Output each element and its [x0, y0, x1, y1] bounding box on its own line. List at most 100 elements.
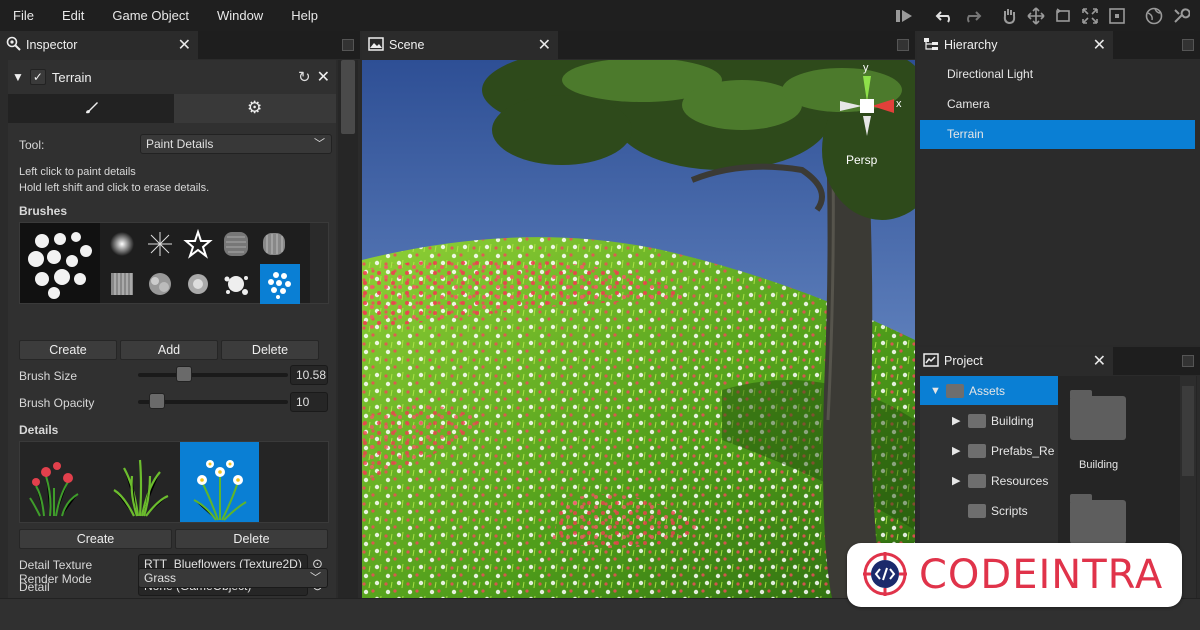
detail-grass[interactable]: [104, 446, 176, 518]
maximize-icon[interactable]: [1182, 39, 1194, 51]
inspector-scrollbar-thumb[interactable]: [341, 60, 355, 134]
scale-icon[interactable]: [1078, 4, 1101, 27]
undo-icon[interactable]: [933, 4, 956, 27]
remove-component-icon[interactable]: ✕: [317, 67, 330, 87]
brush-soft-circle[interactable]: [104, 226, 140, 262]
hierarchy-item[interactable]: Terrain: [920, 120, 1195, 149]
tool-label: Tool:: [19, 138, 45, 152]
folder-icon[interactable]: [1070, 396, 1126, 440]
brush-create-button[interactable]: Create: [19, 340, 117, 360]
brush-texture-2[interactable]: [256, 226, 292, 262]
hand-icon[interactable]: [997, 4, 1020, 27]
render-mode-value: Grass: [144, 571, 177, 585]
brush-texture-5[interactable]: [180, 266, 216, 302]
tab-paint[interactable]: [8, 94, 174, 123]
rotate-icon[interactable]: [1051, 4, 1074, 27]
brush-texture-1[interactable]: [218, 226, 254, 262]
folder-icon: [968, 503, 986, 518]
project-tree-item[interactable]: Scripts: [920, 496, 1058, 525]
close-icon[interactable]: ✕: [1093, 351, 1106, 371]
brush-grid-scrollbar[interactable]: [310, 223, 328, 303]
brush-size-slider[interactable]: [138, 373, 288, 377]
code-logo-icon: [861, 550, 909, 601]
tab-inspector[interactable]: Inspector ✕: [0, 31, 198, 59]
collapsed-arrow-icon[interactable]: ▶: [952, 414, 963, 427]
scene-viewport[interactable]: y x Persp: [362, 60, 915, 598]
collapsed-arrow-icon[interactable]: ▶: [952, 474, 963, 487]
rect-icon[interactable]: [1105, 4, 1128, 27]
menu-bar: File Edit Game Object Window Help: [0, 0, 1200, 31]
brush-texture-4[interactable]: [142, 266, 178, 302]
folder-icon: [946, 383, 964, 398]
globe-icon[interactable]: [1142, 4, 1165, 27]
close-icon[interactable]: ✕: [538, 35, 551, 55]
wrench-icon[interactable]: [1169, 4, 1192, 27]
redo-icon[interactable]: [960, 4, 983, 27]
menu-file[interactable]: File: [0, 0, 48, 31]
brush-star[interactable]: [180, 226, 216, 262]
menu-edit[interactable]: Edit: [48, 0, 98, 31]
tab-hierarchy[interactable]: Hierarchy ✕: [917, 31, 1113, 59]
expand-triangle-icon[interactable]: ▼: [12, 70, 24, 84]
brush-spark[interactable]: [142, 226, 178, 262]
detail-create-button[interactable]: Create: [19, 529, 172, 549]
brush-dots-selected[interactable]: [260, 264, 300, 304]
gizmo-axis-x: x: [896, 98, 902, 110]
projection-label[interactable]: Persp: [846, 153, 877, 167]
project-tree-item[interactable]: ▶ Building: [920, 406, 1058, 435]
menu-game-object[interactable]: Game Object: [98, 0, 203, 31]
brush-size-field[interactable]: 10.58: [290, 365, 328, 385]
brush-texture-3[interactable]: [104, 266, 140, 302]
project-grid-scrollbar[interactable]: [1180, 376, 1196, 598]
inspector-panel: Inspector ✕ ▼ ✓ Terrain ↻ ✕ ⚙ Tool: Pain…: [0, 31, 360, 598]
folder-icon: [968, 473, 986, 488]
hierarchy-icon: [923, 36, 939, 55]
play-icon[interactable]: [892, 4, 915, 27]
gear-icon: ⚙: [247, 98, 263, 117]
hierarchy-panel: Hierarchy ✕ Directional Light Camera Terra…: [917, 31, 1200, 345]
close-icon[interactable]: ✕: [1093, 35, 1106, 55]
enabled-checkbox[interactable]: ✓: [29, 69, 46, 85]
move-icon[interactable]: [1024, 4, 1047, 27]
project-tree-item[interactable]: ▼ Assets: [920, 376, 1058, 405]
brush-size-slider-knob[interactable]: [175, 366, 192, 382]
project-tree-item[interactable]: ▶ Resources: [920, 466, 1058, 495]
search-icon: [6, 36, 21, 54]
tab-project[interactable]: Project ✕: [917, 347, 1113, 375]
collapsed-arrow-icon[interactable]: ▶: [952, 444, 963, 457]
tool-dropdown[interactable]: Paint Details ﹀: [140, 134, 332, 154]
component-header: ▼ ✓ Terrain ↻ ✕: [12, 66, 332, 88]
hierarchy-item[interactable]: Directional Light: [920, 60, 1195, 89]
maximize-icon[interactable]: [897, 39, 909, 51]
detail-blue-flowers-selected[interactable]: [180, 442, 259, 522]
brush-splat[interactable]: [218, 266, 254, 302]
folder-icon[interactable]: [1070, 500, 1126, 544]
menu-help[interactable]: Help: [277, 0, 332, 31]
brush-add-button[interactable]: Add: [120, 340, 218, 360]
expanded-arrow-icon[interactable]: ▼: [930, 385, 941, 397]
brush-opacity-slider-knob[interactable]: [148, 393, 165, 409]
tab-scene[interactable]: Scene ✕: [362, 31, 558, 59]
inspector-scrollbar[interactable]: [338, 60, 358, 598]
maximize-icon[interactable]: [342, 39, 354, 51]
reset-icon[interactable]: ↻: [298, 68, 311, 86]
close-icon[interactable]: ✕: [178, 35, 191, 55]
detail-delete-button[interactable]: Delete: [175, 529, 328, 549]
project-tree-item[interactable]: ▶ Prefabs_Re: [920, 436, 1058, 465]
scene-header: Scene ✕: [362, 31, 915, 59]
detail-red-flowers[interactable]: [24, 446, 96, 518]
brush-opacity-label: Brush Opacity: [19, 396, 95, 410]
brush-delete-button[interactable]: Delete: [221, 340, 319, 360]
brush-opacity-field[interactable]: 10: [290, 392, 328, 412]
gizmo-axis-y: y: [863, 62, 869, 74]
help-text-2: Hold left shift and click to erase detai…: [19, 182, 210, 194]
details-grid: [19, 441, 329, 523]
orientation-gizmo[interactable]: y x: [832, 62, 902, 142]
render-mode-dropdown[interactable]: Grass ﹀: [138, 568, 328, 588]
maximize-icon[interactable]: [1182, 355, 1194, 367]
tab-settings[interactable]: ⚙: [174, 94, 336, 123]
hierarchy-item[interactable]: Camera: [920, 90, 1195, 119]
brush-icon: [83, 100, 99, 119]
menu-window[interactable]: Window: [203, 0, 277, 31]
render-mode-label: Render Mode: [19, 572, 92, 586]
